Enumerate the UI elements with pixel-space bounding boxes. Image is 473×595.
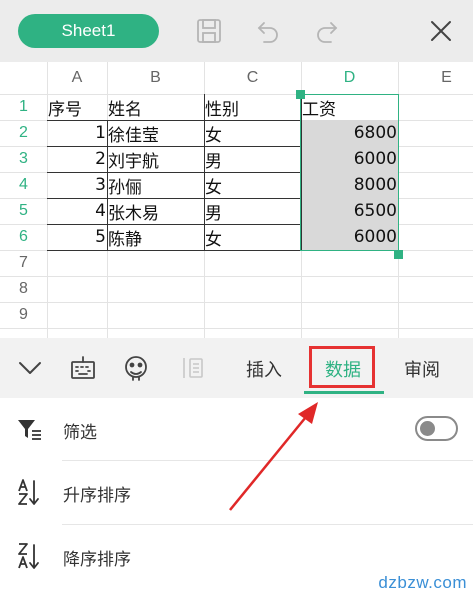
watermark: dzbzw.com bbox=[378, 573, 467, 592]
document-icon[interactable] bbox=[176, 352, 208, 384]
toggle-knob bbox=[420, 421, 435, 436]
grid-line bbox=[0, 328, 473, 329]
table-border bbox=[47, 250, 301, 251]
undo-icon[interactable] bbox=[253, 16, 283, 46]
row-header[interactable]: 7 bbox=[0, 250, 47, 276]
cell-b4[interactable]: 孙俪 bbox=[108, 172, 204, 198]
cell-c5[interactable]: 男 bbox=[205, 198, 301, 224]
cell-a6[interactable]: 5 bbox=[48, 224, 107, 250]
row-header[interactable]: 8 bbox=[0, 276, 47, 302]
menu-item-label: 降序排序 bbox=[63, 550, 131, 570]
top-toolbar: Sheet1 bbox=[0, 0, 473, 62]
menu-item-label: 筛选 bbox=[63, 423, 97, 443]
row-header[interactable]: 2 bbox=[0, 120, 47, 146]
sheet-tab[interactable]: Sheet1 bbox=[18, 14, 159, 48]
chevron-down-icon[interactable] bbox=[14, 352, 46, 384]
emoji-icon[interactable] bbox=[120, 352, 152, 384]
data-menu: 筛选 升序排序 降序排序 bbox=[0, 398, 473, 595]
selection-end-handle[interactable] bbox=[394, 250, 403, 259]
row-header[interactable]: 6 bbox=[0, 224, 47, 250]
column-header-row: A B C D E bbox=[0, 62, 473, 94]
cell-a5[interactable]: 4 bbox=[48, 198, 107, 224]
cell-a2[interactable]: 1 bbox=[48, 120, 107, 146]
menu-item-label: 升序排序 bbox=[63, 486, 131, 506]
grid-line bbox=[0, 276, 473, 277]
menu-item-sort-ascending[interactable]: 升序排序 bbox=[0, 461, 473, 525]
cell-b2[interactable]: 徐佳莹 bbox=[108, 120, 204, 146]
filter-toggle[interactable] bbox=[415, 416, 458, 441]
cell-b6[interactable]: 陈静 bbox=[108, 224, 204, 250]
selection-outline bbox=[300, 94, 399, 251]
spreadsheet-grid[interactable]: A B C D E 1 2 3 4 5 6 7 8 9 序号 姓名 性别 工资 … bbox=[0, 62, 473, 338]
cell-c4[interactable]: 女 bbox=[205, 172, 301, 198]
cell-c6[interactable]: 女 bbox=[205, 224, 301, 250]
column-header-c[interactable]: C bbox=[204, 62, 301, 94]
grid-line bbox=[0, 302, 473, 303]
sort-ascending-icon bbox=[18, 479, 39, 505]
highlight-box bbox=[309, 346, 375, 388]
cell-a1[interactable]: 序号 bbox=[48, 94, 107, 120]
filter-icon bbox=[18, 420, 41, 440]
cell-c1[interactable]: 性别 bbox=[205, 94, 301, 120]
keyboard-icon[interactable] bbox=[67, 352, 99, 384]
close-icon[interactable] bbox=[426, 16, 456, 46]
menu-item-filter[interactable]: 筛选 bbox=[0, 398, 473, 462]
cell-a3[interactable]: 2 bbox=[48, 146, 107, 172]
cell-a4[interactable]: 3 bbox=[48, 172, 107, 198]
cell-b1[interactable]: 姓名 bbox=[108, 94, 204, 120]
sort-descending-icon bbox=[18, 543, 39, 569]
column-header-e[interactable]: E bbox=[398, 62, 473, 94]
row-header[interactable]: 4 bbox=[0, 172, 47, 198]
cell-c3[interactable]: 男 bbox=[205, 146, 301, 172]
tab-review[interactable]: 审阅 bbox=[404, 356, 440, 382]
row-header[interactable]: 3 bbox=[0, 146, 47, 172]
active-tab-indicator bbox=[304, 391, 384, 394]
cell-c2[interactable]: 女 bbox=[205, 120, 301, 146]
cell-b3[interactable]: 刘宇航 bbox=[108, 146, 204, 172]
column-header-d[interactable]: D bbox=[301, 62, 398, 94]
column-header-b[interactable]: B bbox=[107, 62, 204, 94]
row-header[interactable]: 1 bbox=[0, 94, 47, 120]
redo-icon[interactable] bbox=[312, 16, 342, 46]
cell-b5[interactable]: 张木易 bbox=[108, 198, 204, 224]
ribbon-tab-bar: 插入 数据 审阅 bbox=[0, 338, 473, 398]
row-header[interactable]: 9 bbox=[0, 302, 47, 328]
save-icon[interactable] bbox=[194, 16, 224, 46]
selection-start-handle[interactable] bbox=[296, 90, 305, 99]
tab-insert[interactable]: 插入 bbox=[246, 356, 282, 382]
column-header-a[interactable]: A bbox=[47, 62, 107, 94]
row-header[interactable]: 5 bbox=[0, 198, 47, 224]
